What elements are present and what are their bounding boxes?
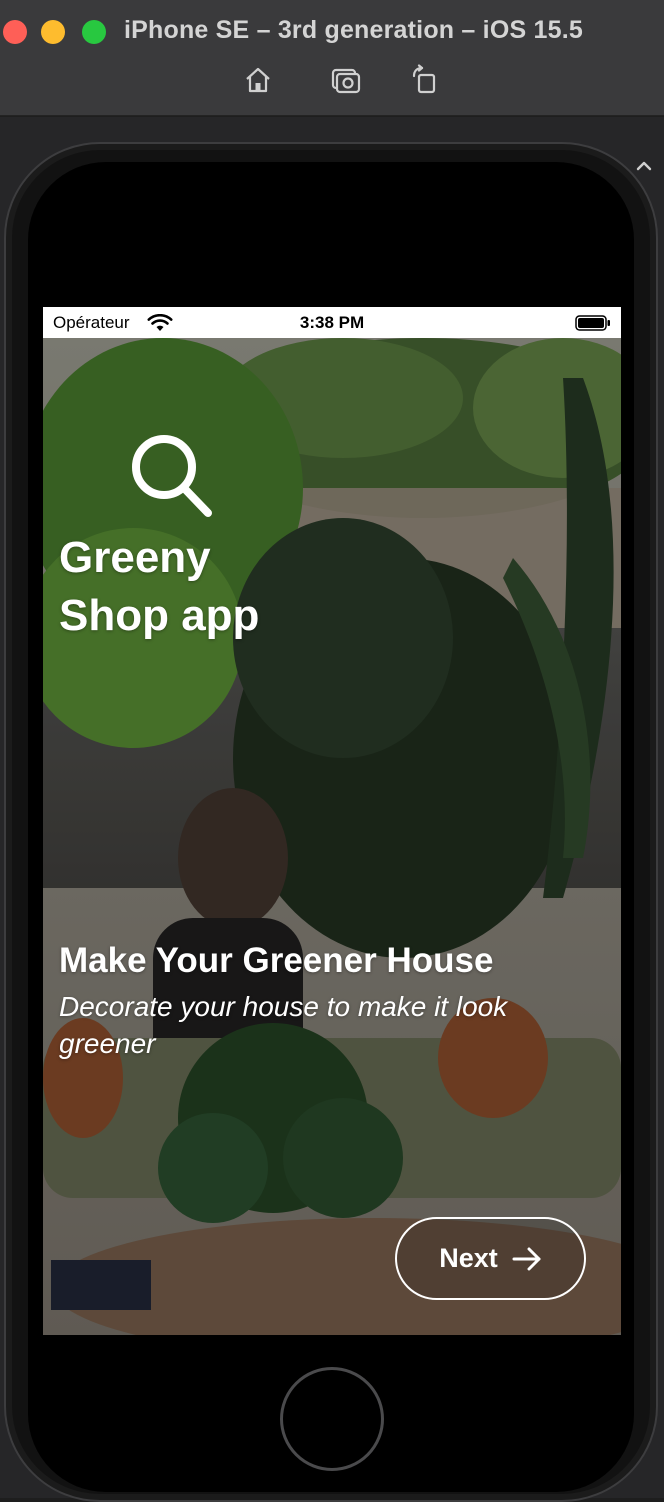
device-home-button[interactable] <box>280 1367 384 1471</box>
phone-screen: Opérateur 3:38 PM Greeny Shop app Make Y… <box>43 307 621 1335</box>
window-title: iPhone SE – 3rd generation – iOS 15.5 <box>124 16 583 44</box>
search-icon <box>132 435 212 517</box>
app-title-line1: Greeny <box>59 533 211 582</box>
rotate-icon <box>412 64 436 94</box>
home-button-toolbar[interactable] <box>240 62 276 98</box>
screenshot-icon <box>331 68 361 94</box>
onboarding-headline: Make Your Greener House <box>59 941 494 980</box>
app-title: Greeny Shop app <box>59 529 379 645</box>
onboarding-subtitle: Decorate your house to make it look gree… <box>59 991 508 1059</box>
screenshot-button-toolbar[interactable] <box>328 62 364 98</box>
status-time: 3:38 PM <box>299 313 365 332</box>
battery-icon <box>575 315 610 331</box>
app-title-line2: Shop app <box>59 591 260 640</box>
window-zoom-button[interactable] <box>82 20 106 44</box>
next-button[interactable]: Next <box>395 1217 586 1300</box>
chevron-up-icon[interactable] <box>634 158 654 174</box>
simulator-title-bar: iPhone SE – 3rd generation – iOS 15.5 <box>0 0 664 116</box>
next-button-label: Next <box>439 1243 498 1273</box>
rotate-button-toolbar[interactable] <box>406 62 442 98</box>
arrow-right-icon <box>512 1247 541 1270</box>
window-close-button[interactable] <box>3 20 27 44</box>
window-minimize-button[interactable] <box>41 20 65 44</box>
home-icon <box>246 67 270 93</box>
status-bar: Opérateur 3:38 PM <box>43 307 621 338</box>
